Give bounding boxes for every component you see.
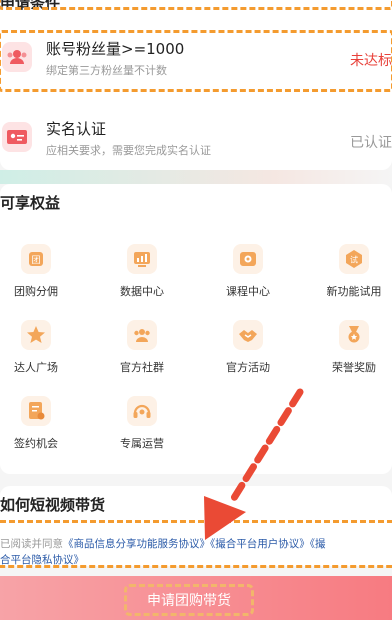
agreement-link-share[interactable]: 《商品信息分享功能服务协议》: [63, 538, 210, 550]
how-title: 如何短视频带货: [0, 496, 106, 514]
medal-icon: [339, 320, 369, 350]
agreement-prefix: 已阅读并同意: [0, 538, 63, 550]
requirement-fans-status: 未达标: [350, 53, 392, 69]
headset-icon: [127, 396, 157, 426]
data-center-icon: [127, 244, 157, 274]
benefit-label: 达人广场: [14, 361, 58, 374]
requirement-realname[interactable]: 实名认证 应相关要求，需要您完成实名认证 已认证: [0, 108, 392, 168]
benefit-contract[interactable]: 签约机会: [0, 396, 76, 460]
benefits-title: 可享权益: [0, 194, 61, 212]
agreement-text: 已阅读并同意《商品信息分享功能服务协议》《撮合平台用户协议》《撮合平台隐私协议》: [0, 536, 392, 568]
benefit-data-center[interactable]: 数据中心: [102, 244, 182, 308]
benefit-label: 专属运营: [120, 437, 164, 450]
benefit-label: 荣誉奖励: [332, 361, 376, 374]
requirements-title: 申请条件: [0, 0, 61, 12]
benefits-card: 可享权益 团 团购分佣 数据中心 课程中心 试 新功能试用 达人广场 官方社群: [0, 184, 392, 474]
benefit-label: 签约机会: [14, 437, 58, 450]
requirement-realname-sub: 应相关要求，需要您完成实名认证: [46, 144, 211, 157]
benefit-label: 团购分佣: [14, 285, 58, 298]
requirement-realname-status: 已认证: [350, 135, 392, 151]
trial-icon: 试: [339, 244, 369, 274]
benefit-dedicated-ops[interactable]: 专属运营: [102, 396, 182, 460]
benefit-group-buy[interactable]: 团 团购分佣: [0, 244, 76, 308]
svg-text:试: 试: [350, 255, 358, 265]
community-icon: [127, 320, 157, 350]
star-icon: [21, 320, 51, 350]
fans-icon: [2, 42, 32, 72]
requirement-fans-sub: 绑定第三方粉丝量不计数: [46, 64, 167, 77]
requirement-fans[interactable]: 账号粉丝量>=1000 绑定第三方粉丝量不计数 未达标: [0, 28, 392, 88]
agreement-link-privacy[interactable]: 《撮: [310, 538, 326, 550]
benefit-label: 新功能试用: [326, 285, 382, 298]
benefit-trial[interactable]: 试 新功能试用: [314, 244, 392, 308]
course-center-icon: [233, 244, 263, 274]
svg-text:团: 团: [31, 255, 40, 266]
apply-button[interactable]: 申请团购带货: [124, 584, 254, 616]
benefit-talent-square[interactable]: 达人广场: [0, 320, 76, 384]
group-buy-icon: 团: [21, 244, 51, 274]
benefit-label: 数据中心: [120, 285, 164, 298]
agreement-link-privacy-cont[interactable]: 合平台隐私协议》: [0, 554, 84, 566]
requirement-fans-label: 账号粉丝量>=1000: [46, 40, 185, 58]
benefit-honors[interactable]: 荣誉奖励: [314, 320, 392, 384]
gradient-strip: [0, 170, 392, 184]
requirements-card: 申请条件 账号粉丝量>=1000 绑定第三方粉丝量不计数 未达标 实名认证 应相…: [0, 0, 392, 170]
benefit-community[interactable]: 官方社群: [102, 320, 182, 384]
benefit-label: 课程中心: [226, 285, 270, 298]
agreement-link-user[interactable]: 《撮合平台用户协议》: [210, 538, 310, 550]
benefit-course-center[interactable]: 课程中心: [208, 244, 288, 308]
requirement-realname-label: 实名认证: [46, 120, 107, 138]
benefit-label: 官方活动: [226, 361, 270, 374]
benefit-label: 官方社群: [120, 361, 164, 374]
benefit-official-events[interactable]: 官方活动: [208, 320, 288, 384]
id-card-icon: [2, 122, 32, 152]
handshake-icon: [233, 320, 263, 350]
contract-icon: [21, 396, 51, 426]
